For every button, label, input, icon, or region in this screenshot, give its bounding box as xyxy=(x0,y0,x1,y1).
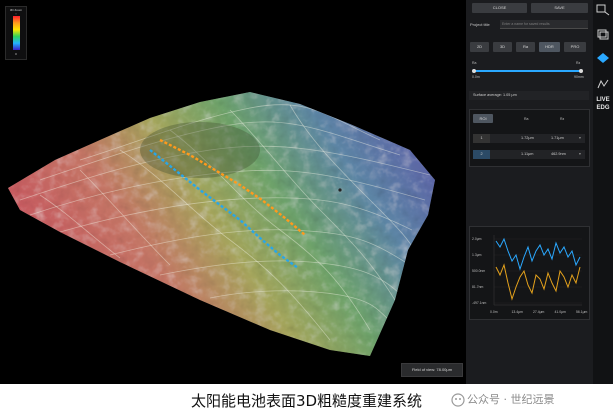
range-max-label: 90mm xyxy=(574,75,584,79)
x-tick-label: 56.1μm xyxy=(576,310,588,314)
profile-chart-box: 2.0μm 1.3μm 500.0nm 81.7nm -497.1nm 0.0m 13.4… xyxy=(469,226,590,320)
save-button[interactable]: SAVE xyxy=(531,3,588,13)
row-id: 1 xyxy=(473,134,490,143)
mode-hdr-button[interactable]: HDR xyxy=(539,42,560,52)
x-tick-label: 13.4μm xyxy=(512,310,524,314)
tool-strip: LIVE EDG xyxy=(593,0,613,384)
table-row[interactable]: 1 1.72μm 1.71μm ▾ xyxy=(473,134,585,143)
range-slider-right-handle[interactable] xyxy=(579,69,583,73)
ra-header: Ra xyxy=(524,117,529,121)
range-right-label: Rz xyxy=(576,61,581,65)
roi-header[interactable]: ROI xyxy=(473,114,493,123)
app-root: 3D Zoom ↑ 0 Field of view: 78.00μm CLOSE… xyxy=(0,0,613,416)
row-dropdown-icon[interactable]: ▾ xyxy=(579,150,581,159)
surface-shadow xyxy=(140,122,260,178)
x-tick-label: 41.0μm xyxy=(555,310,567,314)
mode-pro-button[interactable]: PRO xyxy=(564,42,586,52)
zoom-icon[interactable] xyxy=(596,4,610,16)
height-legend: 3D Zoom ↑ 0 xyxy=(5,6,27,60)
edge-icon[interactable] xyxy=(596,78,610,90)
x-tick-label: 0.0m xyxy=(490,310,498,314)
profile-chart[interactable]: 2.0μm 1.3μm 500.0nm 81.7nm -497.1nm 0.0m 13.4… xyxy=(470,227,589,319)
watermark-text: 公众号 · 世纪远景 xyxy=(467,393,555,406)
y-tick-label: -497.1nm xyxy=(472,301,486,305)
range-slider-left-handle[interactable] xyxy=(472,69,476,73)
legend-color-bar xyxy=(13,16,20,50)
live-sub-label[interactable]: EDG xyxy=(593,105,613,111)
close-button[interactable]: CLOSE xyxy=(472,3,527,13)
rz-header: Rz xyxy=(560,117,565,121)
row-rz: 462.9nm xyxy=(551,152,566,156)
surface-average-text: Surface average: 1.05 μm xyxy=(473,93,517,97)
mode-ra-button[interactable]: Ra xyxy=(516,42,535,52)
row-dropdown-icon[interactable]: ▾ xyxy=(579,134,581,143)
project-title-label: Project title xyxy=(470,22,490,27)
profile-series-orange xyxy=(495,263,581,301)
range-min-label: 0.0m xyxy=(472,75,480,79)
project-title-input[interactable]: Enter a name for saved results xyxy=(500,20,588,29)
range-slider-track[interactable] xyxy=(474,70,582,72)
live-label[interactable]: LIVE xyxy=(593,97,613,103)
row-ra: 1.11μm xyxy=(521,152,534,156)
viewport-3d[interactable]: 3D Zoom ↑ 0 Field of view: 78.00μm xyxy=(0,0,466,384)
surface-marker xyxy=(338,188,342,192)
wechat-icon xyxy=(451,393,465,407)
mode-3d-button[interactable]: 3D xyxy=(493,42,512,52)
y-tick-label: 500.0nm xyxy=(472,269,485,273)
field-of-view-badge: Field of view: 78.00μm xyxy=(401,363,463,377)
mode-2d-button[interactable]: 2D xyxy=(470,42,489,52)
y-tick-label: 81.7nm xyxy=(472,285,483,289)
profile-series-blue xyxy=(495,237,581,271)
roi-table: ROI Ra Rz 1 1.72μm 1.71μm ▾ 2 1.11μm 462… xyxy=(469,109,590,167)
x-tick-label: 27.4μm xyxy=(533,310,545,314)
control-panel: CLOSE SAVE Project title Enter a name fo… xyxy=(466,0,593,384)
surface-render[interactable] xyxy=(0,0,466,384)
table-row[interactable]: 2 1.11μm 462.9nm ▾ xyxy=(473,150,585,159)
watermark: 公众号 · 世纪远景 xyxy=(451,391,555,407)
row-rz: 1.71μm xyxy=(551,136,564,140)
surface-average-row: Surface average: 1.05 μm xyxy=(469,91,589,100)
y-tick-label: 2.0μm xyxy=(472,237,482,241)
range-left-label: Ra xyxy=(472,61,477,65)
row-ra: 1.72μm xyxy=(521,136,534,140)
y-tick-label: 1.3μm xyxy=(472,253,482,257)
row-id: 2 xyxy=(473,150,490,159)
layers-icon[interactable] xyxy=(596,28,610,40)
surface-icon[interactable] xyxy=(596,52,610,64)
legend-bottom-label: 0 xyxy=(15,52,17,56)
